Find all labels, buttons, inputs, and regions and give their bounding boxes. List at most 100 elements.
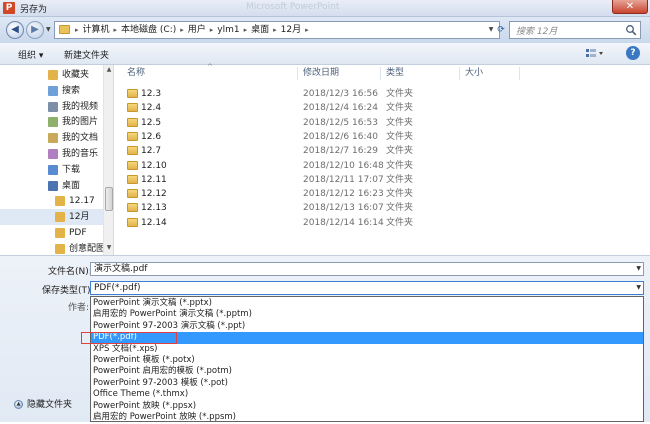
column-type[interactable]: 类型 [386,65,404,82]
file-list-pane: ^ 名称 修改日期 类型 大小 12.3 2018/12/3 16:56 文件夹 12… [115,63,650,255]
column-size[interactable]: 大小 [465,65,483,82]
nav-item[interactable]: 桌面 [0,178,103,194]
column-date[interactable]: 修改日期 [303,65,339,82]
nav-item[interactable]: 收藏夹 [0,67,103,83]
nav-item[interactable]: 12月 [0,209,103,226]
chevron-down-icon[interactable]: ▼ [636,282,641,294]
file-row[interactable]: 12.6 2018/12/6 16:40 文件夹 [115,130,650,144]
file-name: 12.3 [141,89,162,99]
file-row[interactable]: 12.14 2018/12/14 16:14 文件夹 [115,216,650,230]
scroll-up-arrow[interactable]: ▲ [104,65,114,75]
file-row[interactable]: 12.12 2018/12/12 16:23 文件夹 [115,187,650,201]
nav-item[interactable]: 我的音乐 [0,146,103,162]
new-folder-button[interactable]: 新建文件夹 [64,48,109,61]
breadcrumb-item[interactable]: 12月 [281,25,301,35]
scroll-down-arrow[interactable]: ▼ [104,243,114,253]
file-date: 2018/12/11 17:07 [303,174,384,185]
nav-item[interactable]: 搜索 [0,83,103,99]
nav-item[interactable]: 12.17 [0,193,103,209]
breadcrumb-separator[interactable]: ▸ [75,26,79,34]
filename-field[interactable]: 演示文稿.pdf ▼ [90,262,644,276]
folder-icon [127,189,138,199]
filetype-option[interactable]: XPS 文档(*.xps) [91,344,643,356]
column-divider[interactable] [459,67,460,80]
breadcrumb-item[interactable]: ylm1 [217,25,239,35]
filetype-option[interactable]: PowerPoint 放映 (*.ppsx) [91,401,643,413]
filetype-option-label: PowerPoint 97-2003 演示文稿 (*.ppt) [93,320,246,331]
address-bar-row: ◀ ▶ ▼ ▸ 计算机 ▸ 本地磁盘 (C:) ▸ 用户 ▸ ylm1 ▸ 桌面 ▸ 12月 ▸ ▼ ⟳… [0,17,650,43]
file-row[interactable]: 12.11 2018/12/11 17:07 文件夹 [115,173,650,187]
breadcrumb-separator[interactable]: ▸ [273,26,277,34]
breadcrumb: ▸ 计算机 ▸ 本地磁盘 (C:) ▸ 用户 ▸ ylm1 ▸ 桌面 ▸ 12月 ▸ [75,22,313,38]
breadcrumb-separator[interactable]: ▸ [180,26,184,34]
folder-icon [127,160,138,170]
filetype-option[interactable]: Office Theme (*.thmx) [91,389,643,401]
back-button[interactable]: ◀ [6,21,24,39]
breadcrumb-separator[interactable]: ▸ [244,26,248,34]
nav-item[interactable]: 下载 [0,162,103,178]
pictures-icon [48,117,58,128]
breadcrumb-item[interactable]: 桌面 [251,25,269,35]
column-name[interactable]: 名称 [127,65,145,82]
hide-folders-label: 隐藏文件夹 [27,400,73,410]
filetype-option[interactable]: PowerPoint 97-2003 模板 (*.pot) [91,378,643,390]
filetype-option-label: Office Theme (*.thmx) [93,389,189,400]
file-row[interactable]: 12.5 2018/12/5 16:53 文件夹 [115,116,650,130]
breadcrumb-item[interactable]: 计算机 [83,25,110,35]
folder-icon [55,243,65,254]
file-row[interactable]: 12.4 2018/12/4 16:24 文件夹 [115,101,650,115]
search-input[interactable]: 搜索 12月 [509,21,641,39]
refresh-icon[interactable]: ⟳ [494,21,508,39]
forward-button[interactable]: ▶ [26,21,44,39]
folder-icon [127,146,138,156]
filetype-option[interactable]: PowerPoint 启用宏的模板 (*.potm) [91,366,643,378]
folder-icon [127,217,138,227]
hide-folders-button[interactable]: ▲ 隐藏文件夹 [14,397,72,410]
column-divider[interactable] [519,67,520,80]
search-icon[interactable] [625,24,637,36]
nav-scrollbar[interactable]: ▲ ▼ [103,65,113,255]
breadcrumb-separator[interactable]: ▸ [305,26,309,34]
folder-icon [55,228,65,238]
file-row[interactable]: 12.10 2018/12/10 16:48 文件夹 [115,159,650,173]
file-date: 2018/12/12 16:23 [303,189,384,200]
filetype-option[interactable]: 启用宏的 PowerPoint 演示文稿 (*.pptm) [91,309,643,321]
filetype-select[interactable]: PDF(*.pdf) ▼ [90,281,644,295]
author-label: 作者: [68,303,90,313]
address-input[interactable]: ▸ 计算机 ▸ 本地磁盘 (C:) ▸ 用户 ▸ ylm1 ▸ 桌面 ▸ 12月 ▸ ▼ [54,21,500,39]
filetype-value: PDF(*.pdf) [94,283,141,293]
highlight-outline [81,332,177,345]
breadcrumb-item[interactable]: 本地磁盘 (C:) [121,25,176,35]
view-options-icon[interactable] [585,47,605,60]
title-bar: P 另存为 Microsoft PowerPoint ✕ [0,0,650,17]
help-icon[interactable]: ? [626,46,640,60]
breadcrumb-separator[interactable]: ▸ [210,26,214,34]
nav-item[interactable]: 我的图片 [0,114,103,130]
filetype-label: 保存类型(T): [42,286,94,296]
organize-menu[interactable]: 组织 ▾ [18,48,43,61]
filetype-option[interactable]: PowerPoint 97-2003 演示文稿 (*.ppt) [91,321,643,333]
filename-label: 文件名(N): [48,267,92,277]
file-row[interactable]: 12.13 2018/12/13 16:07 文件夹 [115,201,650,215]
chevron-down-icon[interactable]: ▼ [636,263,641,275]
column-divider[interactable] [380,67,381,80]
folder-icon [127,174,138,184]
filetype-option-label: PowerPoint 演示文稿 (*.pptx) [93,298,212,308]
scroll-thumb[interactable] [105,187,113,211]
breadcrumb-item[interactable]: 用户 [188,25,206,35]
file-type: 文件夹 [386,103,414,114]
nav-item[interactable]: 我的视频 [0,99,103,115]
file-date: 2018/12/4 16:24 [303,103,378,114]
file-row[interactable]: 12.7 2018/12/7 16:29 文件夹 [115,144,650,158]
filetype-option[interactable]: PowerPoint 模板 (*.potx) [91,355,643,367]
file-row[interactable]: 12.3 2018/12/3 16:56 文件夹 [115,87,650,101]
breadcrumb-separator[interactable]: ▸ [114,26,118,34]
column-divider[interactable] [297,67,298,80]
nav-item[interactable]: 我的文档 [0,130,103,146]
filetype-option[interactable]: PowerPoint 演示文稿 (*.pptx) [91,298,643,310]
sort-arrow-icon: ^ [207,63,213,71]
recent-pages-dropdown[interactable]: ▼ [46,26,51,33]
filetype-option[interactable]: PDF(*.pdf) [81,332,643,345]
nav-item[interactable]: PDF [0,225,103,241]
close-button[interactable]: ✕ [612,0,648,14]
